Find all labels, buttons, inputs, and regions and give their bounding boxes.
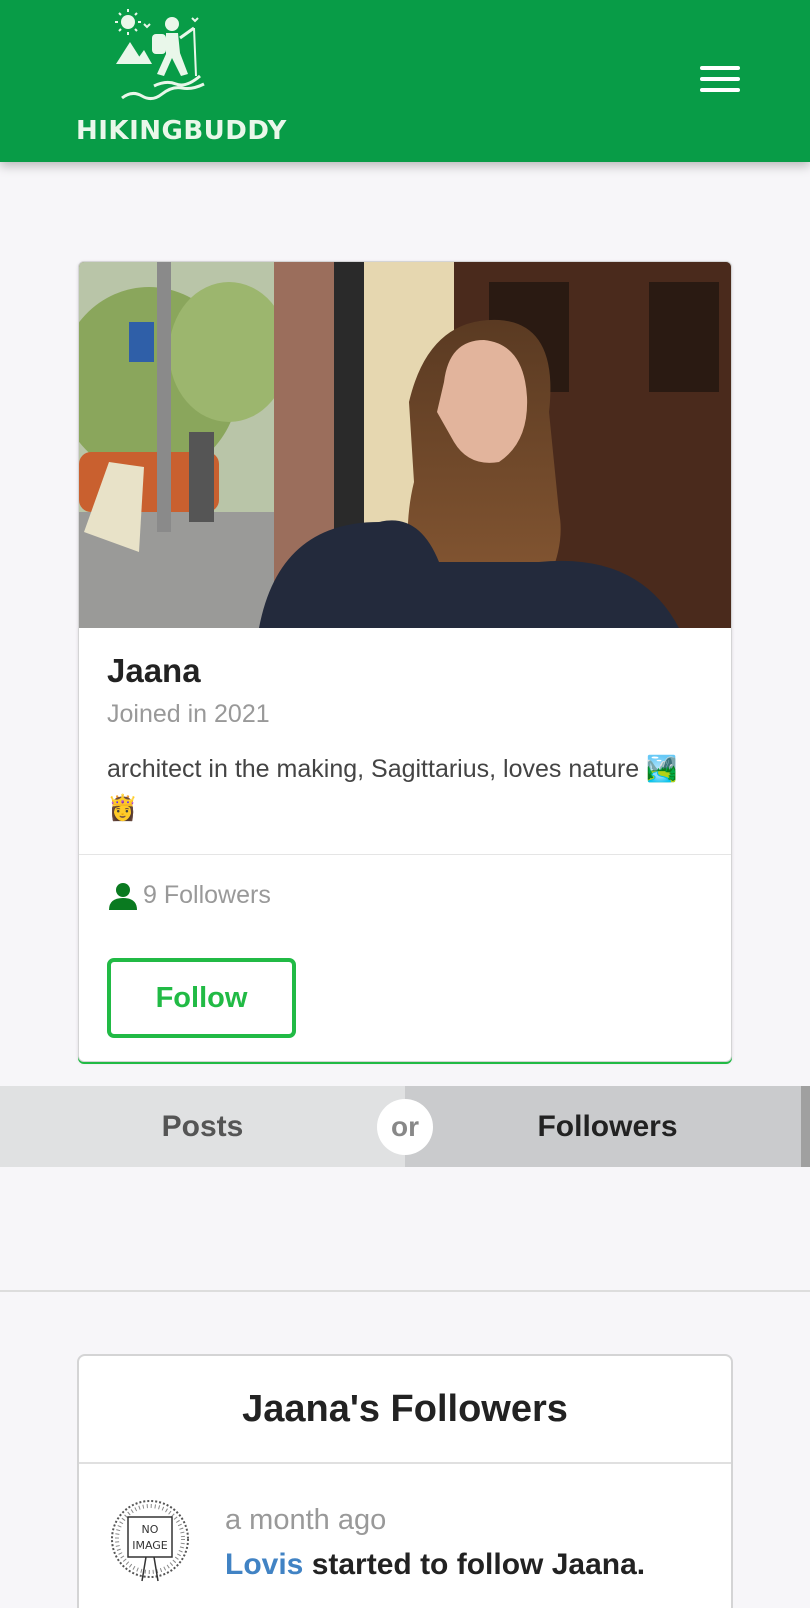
- profile-card: Jaana Joined in 2021 architect in the ma…: [78, 261, 732, 1062]
- section-divider: [0, 1290, 810, 1292]
- feed-summary: Lovis started to follow Jaana.: [225, 1548, 645, 1582]
- followers-tab-label: Followers: [537, 1109, 678, 1143]
- user-icon: [109, 882, 137, 910]
- brand-logo[interactable]: HIKINGBUDDY: [76, 8, 287, 150]
- or-divider: or: [377, 1099, 433, 1155]
- feed-date: a month ago: [225, 1504, 387, 1536]
- follower-user-link[interactable]: Lovis: [225, 1548, 303, 1581]
- active-indicator: [801, 1086, 810, 1167]
- followers-count-label: 9 Followers: [143, 881, 271, 909]
- profile-bio: architect in the making, Sagittarius, lo…: [107, 755, 678, 822]
- feed-summary-text: started to follow Jaana.: [303, 1548, 646, 1581]
- hamburger-menu-icon[interactable]: [700, 66, 740, 96]
- avatar-text-no: NO: [142, 1523, 159, 1536]
- posts-tab[interactable]: Posts: [0, 1086, 405, 1167]
- profile-joined-date: Joined in 2021: [107, 700, 270, 728]
- profile-photo: [79, 262, 731, 628]
- posts-followers-toggle: Posts Followers or: [0, 1086, 810, 1167]
- top-navbar: HIKINGBUDDY: [0, 0, 810, 162]
- followers-count[interactable]: 9 Followers: [107, 881, 271, 910]
- profile-name: Jaana: [107, 652, 201, 689]
- followers-panel-title: Jaana's Followers: [79, 1356, 731, 1464]
- hiker-logo-icon: [115, 9, 205, 101]
- followers-tab[interactable]: Followers: [405, 1086, 810, 1167]
- no-image-avatar[interactable]: NO IMAGE: [110, 1497, 190, 1587]
- followers-panel: Jaana's Followers NO IMAGE a month ago L…: [77, 1354, 733, 1608]
- avatar-text-image: IMAGE: [132, 1539, 168, 1552]
- brand-name: HIKINGBUDDY: [76, 116, 287, 146]
- card-divider: [79, 854, 731, 855]
- follow-button[interactable]: Follow: [107, 958, 296, 1038]
